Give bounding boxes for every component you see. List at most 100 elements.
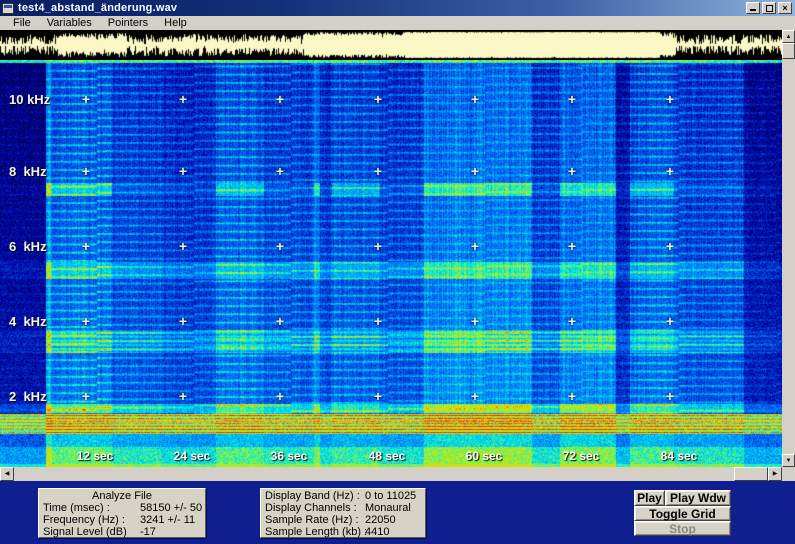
restore-icon bbox=[766, 5, 773, 12]
grid-cross-icon: + bbox=[372, 166, 384, 178]
info-value: 0 to 11025 bbox=[365, 490, 421, 502]
grid-cross-icon: + bbox=[566, 94, 578, 106]
vertical-scroll-thumb[interactable] bbox=[782, 43, 795, 59]
menu-item-file[interactable]: File bbox=[5, 16, 39, 30]
grid-cross-icon: + bbox=[274, 241, 286, 253]
arrow-up-icon: ▲ bbox=[786, 34, 792, 40]
grid-cross-icon: + bbox=[469, 391, 481, 403]
waveform-display bbox=[0, 30, 782, 60]
info-row: Sample Rate (Hz) :22050 bbox=[265, 514, 421, 526]
grid-cross-icon: + bbox=[469, 241, 481, 253]
arrow-left-icon: ◀ bbox=[5, 471, 10, 477]
info-row: Sample Length (kb) :4410 bbox=[265, 526, 421, 538]
info-value: 3241 +/- 11 bbox=[140, 514, 201, 526]
freq-label: 8 kHz bbox=[9, 164, 47, 179]
arrow-right-icon: ▶ bbox=[773, 471, 778, 477]
info-row: Signal Level (dB)-17 bbox=[43, 526, 201, 538]
time-label: 24 sec bbox=[160, 449, 224, 463]
info-value: Monaural bbox=[365, 502, 421, 514]
play-button[interactable]: Play bbox=[634, 490, 665, 506]
grid-cross-icon: + bbox=[80, 241, 92, 253]
time-label: 72 sec bbox=[549, 449, 613, 463]
grid-cross-icon: + bbox=[664, 241, 676, 253]
vertical-scrollbar[interactable] bbox=[782, 30, 795, 481]
arrow-down-icon: ▼ bbox=[786, 458, 792, 464]
grid-cross-icon: + bbox=[177, 316, 189, 328]
analyze-panel-title: Analyze File bbox=[43, 490, 201, 502]
app-icon bbox=[2, 3, 14, 14]
menu-bar: FileVariablesPointersHelp bbox=[0, 16, 795, 30]
grid-cross-icon: + bbox=[469, 166, 481, 178]
grid-cross-icon: + bbox=[177, 391, 189, 403]
menu-item-help[interactable]: Help bbox=[156, 16, 195, 30]
info-label: Display Band (Hz) : bbox=[265, 490, 365, 502]
grid-cross-icon: + bbox=[372, 241, 384, 253]
grid-cross-icon: + bbox=[566, 391, 578, 403]
info-label: Display Channels : bbox=[265, 502, 365, 514]
time-label: 84 sec bbox=[647, 449, 711, 463]
info-value: 58150 +/- 50 bbox=[140, 502, 202, 514]
grid-cross-icon: + bbox=[664, 166, 676, 178]
grid-cross-icon: + bbox=[664, 391, 676, 403]
menu-item-pointers[interactable]: Pointers bbox=[100, 16, 156, 30]
menu-item-variables[interactable]: Variables bbox=[39, 16, 100, 30]
horizontal-scroll-thumb[interactable] bbox=[734, 467, 768, 481]
play-window-button[interactable]: Play Wdw bbox=[665, 490, 731, 506]
grid-cross-icon: + bbox=[274, 391, 286, 403]
info-row: Time (msec) :58150 +/- 50 bbox=[43, 502, 201, 514]
spectrogram-display[interactable]: 10 kHz8 kHz6 kHz4 kHz2 kHz12 sec24 sec36… bbox=[0, 60, 782, 467]
info-label: Sample Rate (Hz) : bbox=[265, 514, 365, 526]
info-label: Time (msec) : bbox=[43, 502, 140, 514]
spectrogram-canvas[interactable] bbox=[0, 60, 782, 467]
grid-cross-icon: + bbox=[80, 316, 92, 328]
grid-cross-icon: + bbox=[372, 391, 384, 403]
grid-cross-icon: + bbox=[469, 316, 481, 328]
scroll-up-button[interactable]: ▲ bbox=[782, 30, 795, 43]
grid-cross-icon: + bbox=[664, 316, 676, 328]
minimize-button[interactable] bbox=[746, 2, 760, 14]
info-label: Frequency (Hz) : bbox=[43, 514, 140, 526]
grid-cross-icon: + bbox=[372, 316, 384, 328]
status-area: Analyze File Time (msec) :58150 +/- 50Fr… bbox=[0, 481, 795, 544]
window-title: test4_abstand_änderung.wav bbox=[18, 2, 177, 14]
title-bar[interactable]: test4_abstand_änderung.wav × bbox=[0, 0, 795, 16]
info-value: 4410 bbox=[365, 526, 421, 538]
stop-button: Stop bbox=[634, 521, 731, 536]
restore-button[interactable] bbox=[762, 2, 776, 14]
grid-cross-icon: + bbox=[80, 391, 92, 403]
horizontal-scrollbar[interactable] bbox=[0, 467, 782, 481]
grid-cross-icon: + bbox=[177, 94, 189, 106]
grid-cross-icon: + bbox=[664, 94, 676, 106]
freq-label: 4 kHz bbox=[9, 314, 47, 329]
info-value: 22050 bbox=[365, 514, 421, 526]
window-controls: × bbox=[746, 2, 792, 14]
time-label: 60 sec bbox=[452, 449, 516, 463]
display-info-panel: Display Band (Hz) :0 to 11025Display Cha… bbox=[260, 488, 426, 538]
grid-cross-icon: + bbox=[566, 316, 578, 328]
minimize-icon bbox=[750, 4, 756, 11]
scroll-down-button[interactable]: ▼ bbox=[782, 454, 795, 467]
toggle-grid-button[interactable]: Toggle Grid bbox=[634, 506, 731, 521]
app-window: test4_abstand_änderung.wav × FileVariabl… bbox=[0, 0, 795, 544]
close-button[interactable]: × bbox=[778, 2, 792, 14]
grid-cross-icon: + bbox=[469, 94, 481, 106]
analyze-file-panel: Analyze File Time (msec) :58150 +/- 50Fr… bbox=[38, 488, 206, 538]
grid-cross-icon: + bbox=[566, 166, 578, 178]
grid-cross-icon: + bbox=[274, 94, 286, 106]
info-row: Display Channels :Monaural bbox=[265, 502, 421, 514]
time-label: 48 sec bbox=[355, 449, 419, 463]
grid-cross-icon: + bbox=[274, 166, 286, 178]
info-label: Sample Length (kb) : bbox=[265, 526, 365, 538]
scroll-left-button[interactable]: ◀ bbox=[0, 467, 14, 481]
waveform-canvas bbox=[0, 30, 782, 60]
grid-cross-icon: + bbox=[80, 94, 92, 106]
time-label: 12 sec bbox=[63, 449, 127, 463]
info-row: Display Band (Hz) :0 to 11025 bbox=[265, 490, 421, 502]
info-row: Frequency (Hz) :3241 +/- 11 bbox=[43, 514, 201, 526]
scroll-right-button[interactable]: ▶ bbox=[768, 467, 782, 481]
freq-label: 6 kHz bbox=[9, 239, 47, 254]
grid-cross-icon: + bbox=[80, 166, 92, 178]
info-value: -17 bbox=[140, 526, 201, 538]
grid-cross-icon: + bbox=[372, 94, 384, 106]
grid-cross-icon: + bbox=[177, 241, 189, 253]
